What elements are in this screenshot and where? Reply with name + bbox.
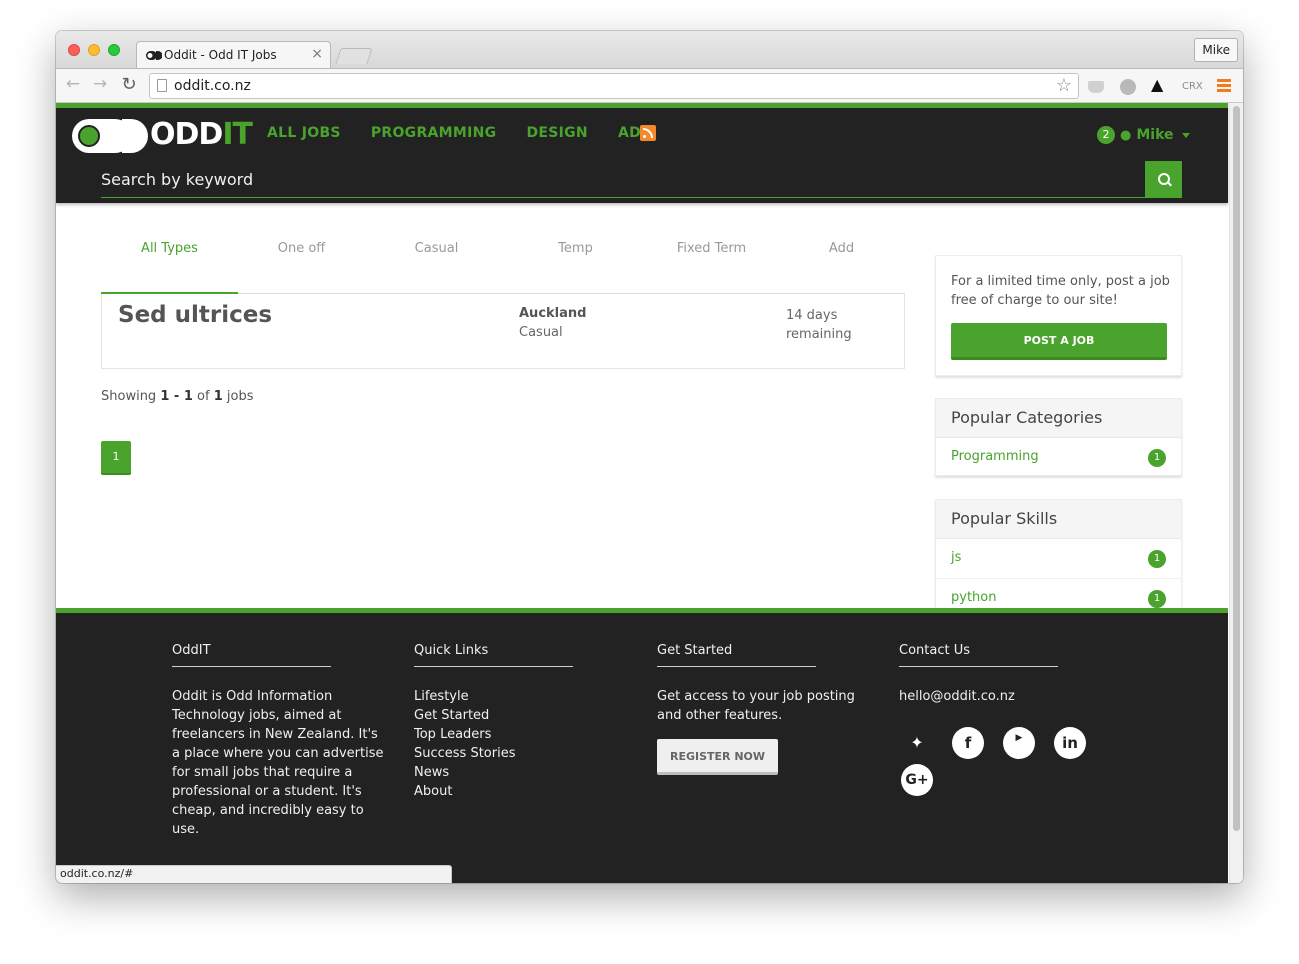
bookmark-star-icon[interactable]: ☆ [1056,75,1072,96]
tab-close-icon[interactable]: × [311,46,323,62]
search-input[interactable] [101,161,1145,198]
footer-heading: Get Started [657,643,816,667]
extension-cup-icon[interactable] [1088,81,1104,93]
footer-link-about[interactable]: About [414,782,629,801]
tab-strip: Oddit - Odd IT Jobs × Mike [56,31,1243,68]
job-type-tabs: All Types One off Casual Temp Fixed Term… [101,239,905,294]
footer-link-top-leaders[interactable]: Top Leaders [414,725,629,744]
twitter-icon[interactable]: ✦ [901,727,933,759]
youtube-icon[interactable]: ▶ [1003,727,1035,759]
reload-icon[interactable]: ↻ [118,74,140,95]
logo-text-odd: ODD [150,117,223,152]
search-bar [101,161,1182,198]
count-badge: 1 [1148,449,1166,467]
back-arrow-icon[interactable]: ← [62,74,84,94]
skill-item-js[interactable]: js 1 [936,539,1181,579]
post-job-button[interactable]: POST A JOB [951,323,1167,360]
user-menu[interactable]: 2 ● Mike [1097,126,1190,144]
job-type: Casual [519,325,563,340]
footer-heading: Quick Links [414,643,573,667]
panel-title: Popular Categories [936,399,1181,438]
job-listing[interactable]: Sed ultrices Auckland Casual 14 days rem… [101,294,905,369]
extension-spotify-icon[interactable] [1120,79,1136,95]
skill-label[interactable]: js [951,550,961,565]
rss-icon[interactable] [640,125,656,141]
site-footer: OddIT Oddit is Odd Information Technolog… [56,608,1228,883]
footer-about-text: Oddit is Odd Information Technology jobs… [172,689,384,837]
zoom-window-button[interactable] [108,44,120,56]
tab-title: Oddit - Odd IT Jobs [164,48,277,62]
search-button[interactable] [1145,161,1182,198]
user-name: Mike [1136,127,1174,143]
tab-temp[interactable]: Temp [507,239,644,294]
panel-title: Popular Skills [936,500,1181,539]
footer-link-get-started[interactable]: Get Started [414,706,629,725]
category-label[interactable]: Programming [951,449,1039,464]
oddit-logo[interactable]: ODDIT [72,115,253,155]
count-badge: 1 [1148,550,1166,568]
new-tab-button[interactable] [335,48,373,64]
address-bar[interactable]: oddit.co.nz ☆ [149,73,1079,99]
nav-programming[interactable]: PROGRAMMING [371,125,497,141]
footer-link-news[interactable]: News [414,763,629,782]
footer-get-started: Get Started Get access to your job posti… [657,643,872,775]
footer-heading: OddIT [172,643,331,667]
tab-all-types[interactable]: All Types [101,239,238,294]
close-window-button[interactable] [68,44,80,56]
site-header: ODDIT ALL JOBS PROGRAMMING DESIGN ADD 2 … [56,103,1228,203]
logo-text-it: IT [222,117,253,152]
page-viewport: ODDIT ALL JOBS PROGRAMMING DESIGN ADD 2 … [56,103,1243,883]
facebook-icon[interactable]: f [952,727,984,759]
tab-casual[interactable]: Casual [368,239,505,294]
extension-incognito-icon[interactable]: ▲ [1151,75,1169,94]
profile-button[interactable]: Mike [1194,38,1238,62]
job-location: Auckland [519,306,587,321]
footer-get-started-text: Get access to your job posting and other… [657,689,855,723]
extension-crx-icon[interactable]: CRX [1182,81,1203,92]
pagination-page-1[interactable]: 1 [101,441,131,475]
browser-toolbar: ← → ↻ oddit.co.nz ☆ ▲ CRX [56,68,1243,103]
popular-categories-panel: Popular Categories Programming 1 [935,398,1182,476]
status-bar: oddit.co.nz/# [56,865,452,883]
popular-skills-panel: Popular Skills js 1 python 1 [935,499,1182,618]
chrome-menu-icon[interactable] [1217,79,1231,92]
register-now-button[interactable]: REGISTER NOW [657,739,779,775]
promo-text: For a limited time only, post a job free… [951,274,1170,308]
main-nav: ALL JOBS PROGRAMMING DESIGN ADD [267,125,653,141]
footer-link-success-stories[interactable]: Success Stories [414,744,629,763]
oddit-favicon-icon [146,51,162,60]
footer-contact: Contact Us hello@oddit.co.nz [899,643,1114,706]
results-summary: Showing 1 - 1 of 1 jobs [101,389,254,404]
linkedin-icon[interactable]: in [1054,727,1086,759]
tab-one-off[interactable]: One off [233,239,370,294]
scrollbar-thumb[interactable] [1233,106,1240,831]
google-plus-icon[interactable]: G+ [901,764,933,796]
contact-email[interactable]: hello@oddit.co.nz [899,687,1114,706]
category-item-programming[interactable]: Programming 1 [936,438,1181,478]
footer-about: OddIT Oddit is Odd Information Technolog… [172,643,387,839]
tab-add[interactable]: Add [773,239,910,294]
nav-all-jobs[interactable]: ALL JOBS [267,125,341,141]
notification-badge: 2 [1097,126,1115,144]
tab-fixed-term[interactable]: Fixed Term [643,239,780,294]
job-title[interactable]: Sed ultrices [118,302,272,328]
page-scrollbar[interactable] [1229,103,1243,883]
chevron-down-icon [1181,132,1190,138]
footer-link-lifestyle[interactable]: Lifestyle [414,687,629,706]
forward-arrow-icon[interactable]: → [89,74,111,94]
footer-heading: Contact Us [899,643,1058,667]
browser-tab[interactable]: Oddit - Odd IT Jobs × [136,41,331,68]
promo-panel: For a limited time only, post a job free… [935,255,1182,376]
footer-quick-links: Quick Links Lifestyle Get Started Top Le… [414,643,629,801]
count-badge: 1 [1148,590,1166,608]
job-remaining: 14 days remaining [786,308,852,342]
minimize-window-button[interactable] [88,44,100,56]
url-text: oddit.co.nz [174,78,251,94]
page-icon [157,79,167,92]
skill-label[interactable]: python [951,590,996,605]
browser-window: Oddit - Odd IT Jobs × Mike ← → ↻ oddit.c… [56,31,1243,883]
nav-design[interactable]: DESIGN [526,125,588,141]
user-icon: ● [1120,127,1132,143]
